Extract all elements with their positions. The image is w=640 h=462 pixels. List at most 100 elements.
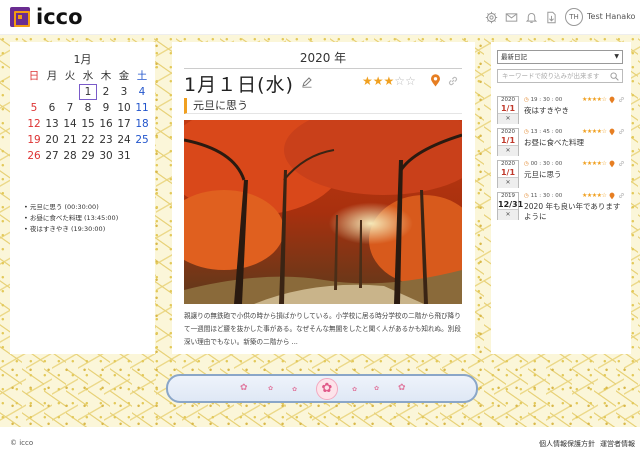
star-empty-icon[interactable]: ☆ bbox=[405, 74, 416, 88]
logo-icon[interactable] bbox=[10, 7, 30, 27]
close-icon[interactable]: ✕ bbox=[498, 177, 518, 188]
calendar-day[interactable]: 13 bbox=[43, 116, 61, 132]
flower-icon: ✿ bbox=[352, 386, 358, 393]
logo-text[interactable]: icco bbox=[36, 5, 83, 29]
sort-select[interactable]: 最新日記 ▼ bbox=[497, 50, 623, 64]
calendar-day[interactable]: 30 bbox=[97, 148, 115, 164]
date-badge: 2019 12/31 ✕ bbox=[497, 192, 523, 220]
calendar-day[interactable]: 10 bbox=[115, 100, 133, 116]
calendar-day[interactable]: 28 bbox=[61, 148, 79, 164]
star-filled-icon[interactable]: ★ bbox=[362, 74, 373, 88]
calendar-day[interactable]: 6 bbox=[43, 100, 61, 116]
calendar-day[interactable]: 12 bbox=[25, 116, 43, 132]
calendar-panel: 1月 日 月 火 水 木 金 土 1 2 3 4 5 6 7 8 9 10 11 bbox=[10, 42, 155, 354]
calendar-day[interactable]: 27 bbox=[43, 148, 61, 164]
bell-icon[interactable] bbox=[525, 11, 538, 24]
calendar-month: 1月 bbox=[73, 53, 92, 66]
badge-day: 1/1 bbox=[500, 104, 516, 113]
calendar-day[interactable]: 22 bbox=[79, 132, 97, 148]
entry-rating[interactable]: ★★★☆☆ bbox=[362, 74, 416, 88]
item-title[interactable]: 元旦に思う bbox=[524, 170, 624, 180]
close-icon[interactable]: ✕ bbox=[498, 145, 518, 156]
calendar-day[interactable]: 4 bbox=[133, 84, 151, 100]
calendar-day[interactable]: 31 bbox=[115, 148, 133, 164]
link-icon[interactable] bbox=[447, 75, 459, 87]
calendar-entry[interactable]: • 元旦に思う (00:30:00) bbox=[24, 202, 154, 213]
calendar-day[interactable]: 3 bbox=[115, 84, 133, 100]
list-item[interactable]: 2020 1/1 ✕ ◷ 19 : 30 : 00 ★★★★☆ 夜はすきやき bbox=[497, 94, 625, 126]
location-pin-icon[interactable] bbox=[430, 74, 441, 87]
flower-icon: ✿ bbox=[292, 386, 298, 393]
calendar-day bbox=[133, 148, 151, 164]
privacy-policy-link[interactable]: 個人情報保護方針 bbox=[539, 439, 595, 449]
operator-info-link[interactable]: 運営者情報 bbox=[600, 439, 635, 449]
calendar-day[interactable]: 17 bbox=[115, 116, 133, 132]
item-time: ◷ 00 : 30 : 00 bbox=[524, 161, 562, 167]
pencil-icon[interactable] bbox=[301, 76, 313, 88]
calendar-day[interactable]: 21 bbox=[61, 132, 79, 148]
recent-diary-panel: 最新日記 ▼ キーワードで絞り込みが出来ます 2020 1/1 ✕ ◷ 19 :… bbox=[491, 42, 631, 354]
location-pin-icon[interactable] bbox=[609, 192, 615, 200]
location-pin-icon[interactable] bbox=[609, 160, 615, 168]
calendar-day[interactable]: 7 bbox=[61, 100, 79, 116]
list-item[interactable]: 2020 1/1 ✕ ◷ 00 : 30 : 00 ★★★★☆ 元旦に思う bbox=[497, 158, 625, 190]
item-title[interactable]: 2020 年も良い年でありますように bbox=[524, 202, 624, 222]
calendar-grid: 日 月 火 水 木 金 土 1 2 3 4 5 6 7 8 9 10 11 12 bbox=[25, 68, 151, 164]
calendar-day[interactable]: 2 bbox=[97, 84, 115, 100]
calendar-day[interactable]: 24 bbox=[115, 132, 133, 148]
badge-year: 2019 bbox=[501, 193, 515, 199]
calendar-day[interactable]: 18 bbox=[133, 116, 151, 132]
entry-photo[interactable] bbox=[184, 120, 462, 304]
calendar-entry[interactable]: • 夜はすきやき (19:30:00) bbox=[24, 224, 154, 235]
star-filled-icon[interactable]: ★ bbox=[373, 74, 384, 88]
badge-day: 1/1 bbox=[500, 168, 516, 177]
item-title[interactable]: 夜はすきやき bbox=[524, 106, 624, 116]
item-time: ◷ 19 : 30 : 00 bbox=[524, 97, 562, 103]
calendar-day[interactable]: 15 bbox=[79, 116, 97, 132]
location-pin-icon[interactable] bbox=[609, 128, 615, 136]
gear-icon[interactable] bbox=[485, 11, 498, 24]
close-icon[interactable]: ✕ bbox=[498, 113, 518, 124]
calendar-day[interactable]: 29 bbox=[79, 148, 97, 164]
calendar-day[interactable]: 11 bbox=[133, 100, 151, 116]
search-icon[interactable] bbox=[610, 72, 619, 81]
plum-blossom-icon[interactable]: ✿ bbox=[316, 378, 338, 400]
star-filled-icon[interactable]: ★ bbox=[384, 74, 395, 88]
calendar-entry[interactable]: • お昼に食べた料理 (13:45:00) bbox=[24, 213, 154, 224]
list-item[interactable]: 2020 1/1 ✕ ◷ 13 : 45 : 00 ★★★★☆ お昼に食べた料理 bbox=[497, 126, 625, 158]
calendar-week: 19 20 21 22 23 24 25 bbox=[25, 132, 151, 148]
link-icon[interactable] bbox=[618, 192, 625, 199]
mail-icon[interactable] bbox=[505, 11, 518, 24]
calendar-day[interactable]: 23 bbox=[97, 132, 115, 148]
calendar-day-today[interactable]: 1 bbox=[79, 84, 97, 100]
calendar-day[interactable]: 14 bbox=[61, 116, 79, 132]
item-title[interactable]: お昼に食べた料理 bbox=[524, 138, 624, 148]
flower-icon: ✿ bbox=[240, 383, 248, 393]
location-pin-icon[interactable] bbox=[609, 96, 615, 104]
list-item[interactable]: 2019 12/31 ✕ ◷ 11 : 30 : 00 ★★★★☆ 2020 年… bbox=[497, 190, 625, 222]
username[interactable]: Test Hanako bbox=[587, 12, 635, 21]
calendar-weekday-row: 日 月 火 水 木 金 土 bbox=[25, 68, 151, 84]
link-icon[interactable] bbox=[618, 128, 625, 135]
calendar-day bbox=[43, 84, 61, 100]
calendar-day[interactable]: 19 bbox=[25, 132, 43, 148]
calendar-day[interactable]: 26 bbox=[25, 148, 43, 164]
link-icon[interactable] bbox=[618, 160, 625, 167]
flower-icon: ✿ bbox=[374, 385, 380, 392]
avatar[interactable]: TH bbox=[565, 8, 583, 26]
flower-button-bar[interactable]: ✿ ✿ ✿ ✿ ✿ ✿ ✿ bbox=[166, 374, 478, 403]
badge-year: 2020 bbox=[501, 97, 515, 103]
item-time-value: 13 : 45 : 00 bbox=[530, 129, 563, 135]
search-input[interactable]: キーワードで絞り込みが出来ます bbox=[497, 69, 623, 83]
export-file-icon[interactable] bbox=[545, 11, 558, 24]
calendar-day[interactable]: 20 bbox=[43, 132, 61, 148]
calendar-day[interactable]: 25 bbox=[133, 132, 151, 148]
calendar-day[interactable]: 8 bbox=[79, 100, 97, 116]
star-empty-icon[interactable]: ☆ bbox=[394, 74, 405, 88]
calendar-day[interactable]: 9 bbox=[97, 100, 115, 116]
calendar-day[interactable]: 5 bbox=[25, 100, 43, 116]
close-icon[interactable]: ✕ bbox=[498, 209, 518, 220]
calendar-day bbox=[25, 84, 43, 100]
link-icon[interactable] bbox=[618, 96, 625, 103]
calendar-day[interactable]: 16 bbox=[97, 116, 115, 132]
